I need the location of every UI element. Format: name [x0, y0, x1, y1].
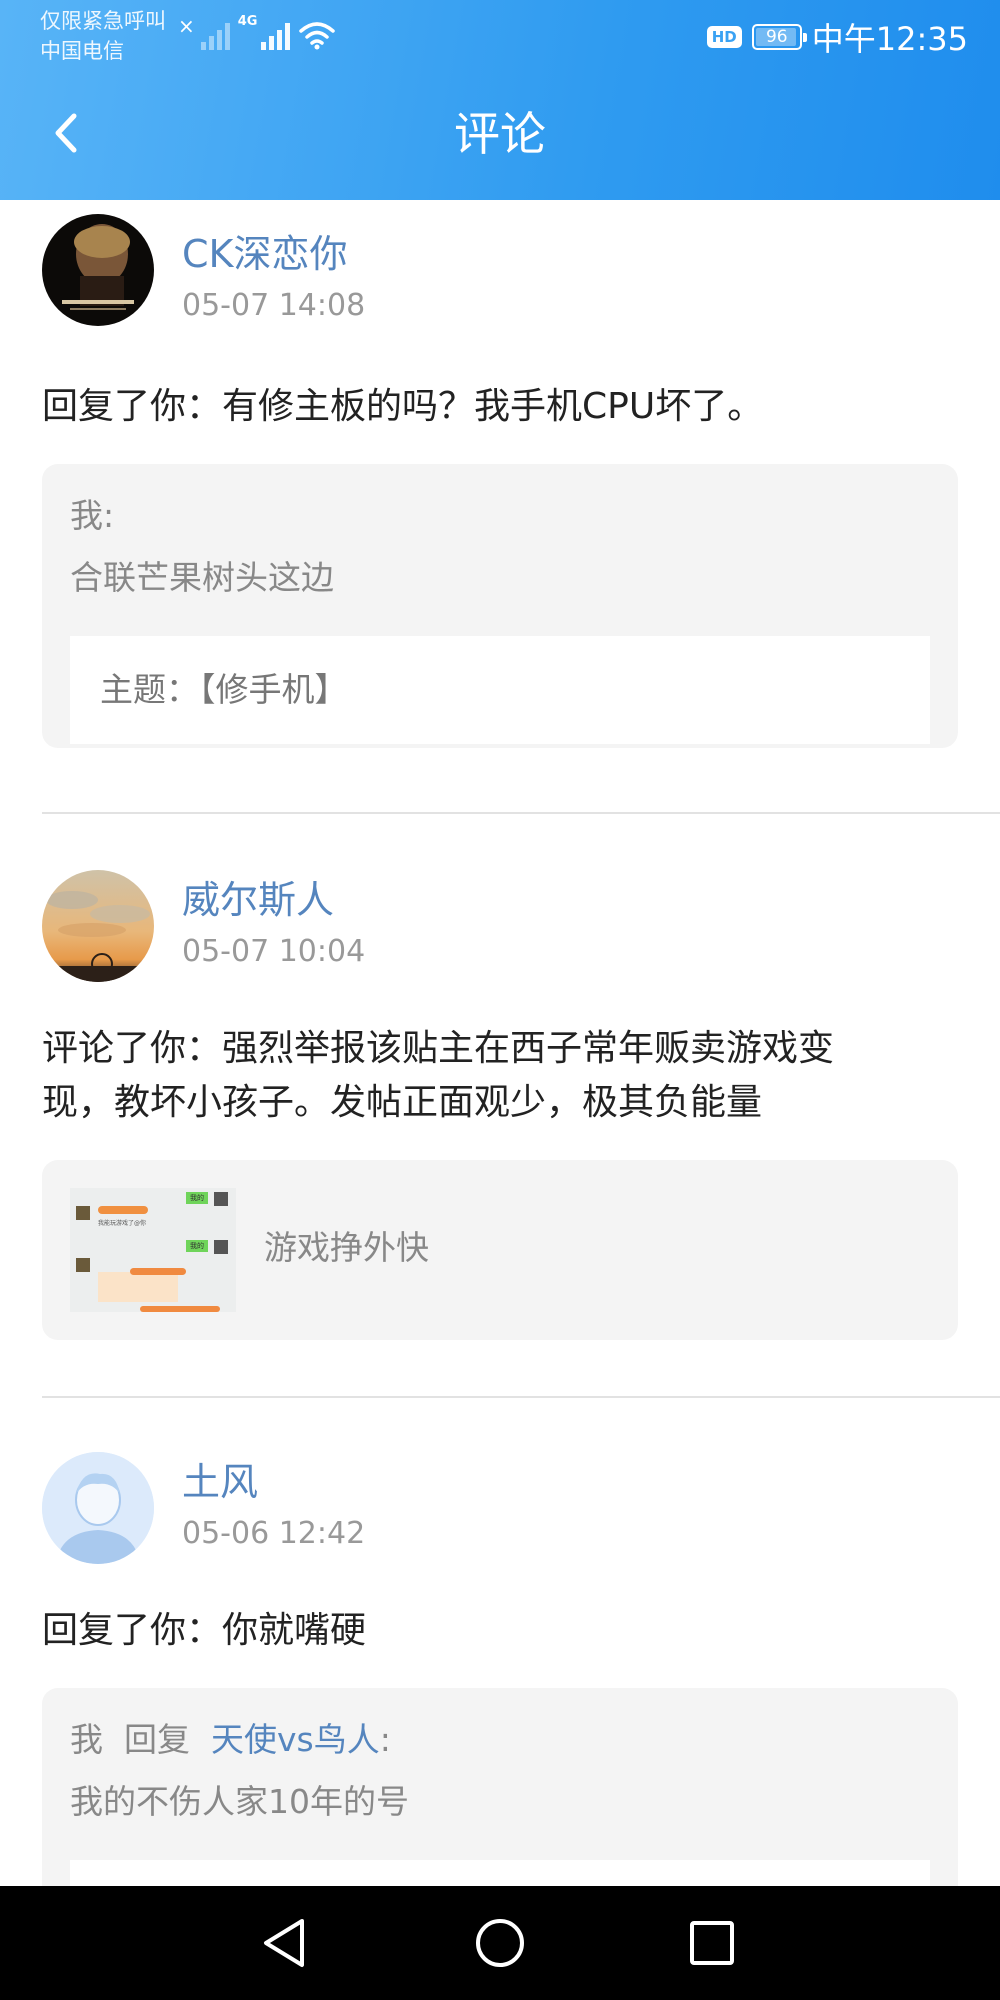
wifi-icon [298, 20, 336, 50]
topic-box[interactable] [70, 1860, 930, 1886]
quote-author: 我: [70, 496, 115, 535]
triangle-back-icon [264, 1919, 304, 1967]
right-status: HD 96 中午12:35 [706, 14, 968, 60]
circle-home-icon [476, 1919, 524, 1967]
signal-icons: × 4G [178, 14, 336, 50]
quote-content: 我的不伤人家10年的号 [70, 1782, 409, 1821]
quote-reply-header: 我 回复 天使vs鸟人: [70, 1718, 391, 1762]
quote-content: 游戏挣外快 [264, 1228, 429, 1267]
signal-bars-1-icon [200, 20, 230, 50]
user-name[interactable]: 土风 [182, 1458, 258, 1506]
battery-icon: 96 [751, 24, 807, 50]
nav-back-button[interactable] [250, 1908, 320, 1978]
page-title: 评论 [454, 107, 546, 161]
quote-thumbnail: 我能玩游戏了@你 我的 我的 [70, 1188, 236, 1312]
square-recents-icon [690, 1921, 734, 1965]
system-nav-bar [0, 1886, 1000, 2000]
comment-time: 05-07 14:08 [182, 288, 366, 323]
quote-colon: : [379, 1720, 391, 1759]
hd-voice-icon: HD [706, 26, 742, 48]
divider [42, 812, 1000, 814]
app-header: 仅限紧急呼叫 中国电信 × 4G HD 96 中午12:35 评论 [0, 0, 1000, 200]
carrier-emergency-text: 仅限紧急呼叫 [40, 9, 166, 33]
comment-item[interactable]: CK深恋你 05-07 14:08 回复了你：有修主板的吗？我手机CPU坏了。 … [42, 214, 958, 814]
carrier-info: 仅限紧急呼叫 中国电信 [40, 6, 166, 66]
quote-me: 我 [70, 1720, 103, 1759]
user-name[interactable]: CK深恋你 [182, 230, 347, 278]
user-name[interactable]: 威尔斯人 [182, 876, 334, 924]
quoted-post[interactable]: 我: 合联芒果树头这边 主题：【修手机】 [42, 464, 958, 748]
quote-content: 合联芒果树头这边 [70, 558, 334, 597]
nav-recents-button[interactable] [677, 1908, 747, 1978]
reply-to-user-link[interactable]: 天使vs鸟人 [211, 1720, 380, 1759]
avatar[interactable] [42, 214, 154, 326]
comment-time: 05-06 12:42 [182, 1516, 366, 1551]
avatar[interactable] [42, 870, 154, 982]
carrier-name: 中国电信 [40, 39, 124, 63]
nav-home-button[interactable] [465, 1908, 535, 1978]
avatar[interactable] [42, 1452, 154, 1564]
comment-feed[interactable]: CK深恋你 05-07 14:08 回复了你：有修主板的吗？我手机CPU坏了。 … [0, 200, 1000, 1886]
comment-text: 回复了你：你就嘴硬 [42, 1610, 367, 1651]
comment-item[interactable]: 威尔斯人 05-07 10:04 评论了你：强烈举报该贴主在西子常年贩卖游戏变 … [42, 870, 958, 1370]
comment-item[interactable]: 土风 05-06 12:42 回复了你：你就嘴硬 我 回复 天使vs鸟人: 我的… [42, 1452, 958, 1886]
no-signal-x-icon: × [178, 14, 195, 38]
comment-text-line2: 现，教坏小孩子。发帖正面观少，极其负能量 [42, 1082, 763, 1123]
divider [42, 1396, 1000, 1398]
status-bar: 仅限紧急呼叫 中国电信 × 4G HD 96 中午12:35 [0, 0, 1000, 70]
comment-text-line1: 评论了你：强烈举报该贴主在西子常年贩卖游戏变 [42, 1028, 835, 1069]
quoted-post[interactable]: 我能玩游戏了@你 我的 我的 游戏挣外快 [42, 1160, 958, 1340]
status-time: 中午12:35 [811, 20, 968, 58]
network-type-label: 4G [237, 14, 258, 29]
quote-reply-word: 回复 [123, 1720, 190, 1759]
signal-bars-2-icon [261, 20, 291, 50]
comment-time: 05-07 10:04 [182, 934, 366, 969]
battery-percent: 96 [765, 27, 788, 47]
topic-text: 主题：【修手机】 [100, 670, 348, 709]
topic-box[interactable]: 主题：【修手机】 [70, 636, 930, 744]
comment-text: 回复了你：有修主板的吗？我手机CPU坏了。 [42, 386, 764, 427]
quoted-post[interactable]: 我 回复 天使vs鸟人: 我的不伤人家10年的号 [42, 1688, 958, 1886]
